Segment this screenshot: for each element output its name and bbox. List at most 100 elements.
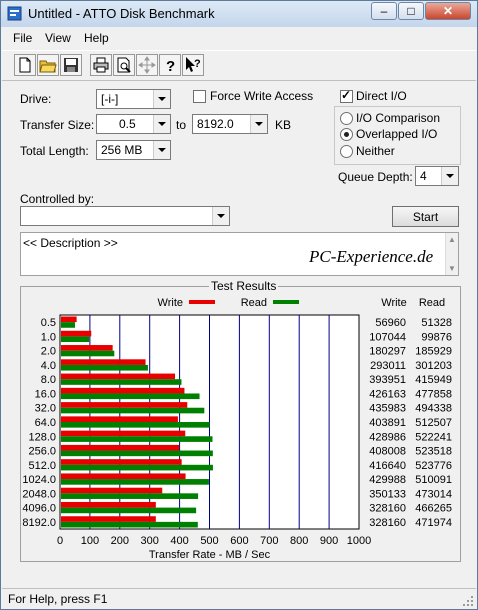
read-value: 301203 bbox=[415, 360, 452, 372]
minimize-icon: – bbox=[380, 4, 388, 18]
x-tick-label: 1000 bbox=[347, 535, 371, 547]
drive-value: [-i-] bbox=[101, 92, 119, 106]
save-icon bbox=[64, 58, 78, 72]
transfer-to-select[interactable]: 8192.0 bbox=[192, 114, 268, 134]
y-tick-label: 256.0 bbox=[28, 446, 56, 458]
minimize-button[interactable]: – bbox=[371, 2, 397, 20]
read-value: 510091 bbox=[415, 474, 452, 486]
neither-label: Neither bbox=[356, 144, 395, 158]
write-value: 435983 bbox=[369, 403, 406, 415]
menu-view[interactable]: View bbox=[45, 31, 71, 45]
read-value: 523518 bbox=[415, 446, 452, 458]
legend-write-swatch bbox=[189, 300, 215, 304]
x-tick-label: 300 bbox=[141, 535, 159, 547]
read-value: 473014 bbox=[415, 488, 452, 500]
y-tick-label: 4096.0 bbox=[22, 503, 56, 515]
total-length-value: 256 MB bbox=[101, 143, 143, 157]
write-bar bbox=[61, 359, 146, 365]
context-help-button[interactable]: ? bbox=[182, 54, 204, 76]
write-value: 393951 bbox=[369, 374, 406, 386]
description-scrollbar[interactable]: ▲ ▼ bbox=[445, 233, 458, 275]
drive-select[interactable]: [-i-] bbox=[96, 89, 171, 109]
description-box[interactable]: << Description >> PC-Experience.de ▲ ▼ bbox=[20, 232, 459, 276]
title-bar[interactable]: Untitled - ATTO Disk Benchmark – □ ✕ bbox=[1, 1, 477, 27]
legend-read-label: Read bbox=[241, 297, 267, 309]
drive-label: Drive: bbox=[20, 92, 52, 106]
new-icon bbox=[19, 57, 31, 73]
direct-io-checkbox[interactable] bbox=[340, 88, 353, 103]
y-tick-label: 16.0 bbox=[35, 388, 56, 400]
transfer-unit-label: KB bbox=[275, 118, 292, 132]
read-bar bbox=[61, 336, 90, 343]
read-bar bbox=[61, 507, 197, 514]
transfer-from-select[interactable]: 0.5 bbox=[96, 114, 171, 134]
menu-file[interactable]: File bbox=[13, 31, 32, 45]
write-value: 408008 bbox=[369, 446, 406, 458]
y-tick-label: 128.0 bbox=[28, 431, 56, 443]
print-preview-icon bbox=[117, 57, 131, 73]
window-title: Untitled - ATTO Disk Benchmark bbox=[28, 6, 215, 21]
overlapped-io-radio[interactable] bbox=[340, 128, 353, 141]
y-tick-label: 0.5 bbox=[41, 317, 56, 329]
read-value: 185929 bbox=[415, 346, 452, 358]
save-button[interactable] bbox=[60, 54, 82, 76]
write-value: 428986 bbox=[369, 431, 406, 443]
write-bar bbox=[61, 373, 176, 380]
transfer-to-label: to bbox=[176, 118, 187, 132]
write-value: 416640 bbox=[369, 460, 406, 472]
write-bar bbox=[61, 444, 180, 451]
test-results-frame: Test Results 0 100 200 300 400 500 600 700 800 90… bbox=[20, 279, 461, 562]
x-tick-label: 200 bbox=[111, 535, 129, 547]
read-bar bbox=[61, 493, 199, 499]
read-value: 477858 bbox=[415, 388, 452, 400]
svg-text:?: ? bbox=[194, 58, 201, 70]
write-value: 328160 bbox=[369, 503, 406, 515]
close-button[interactable]: ✕ bbox=[425, 2, 471, 20]
queue-depth-label: Queue Depth: bbox=[338, 170, 413, 184]
start-label: Start bbox=[412, 210, 439, 224]
scroll-up-icon: ▲ bbox=[448, 235, 456, 244]
resize-grip-icon[interactable] bbox=[462, 595, 474, 607]
maximize-button[interactable]: □ bbox=[398, 2, 424, 20]
force-write-checkbox[interactable] bbox=[193, 90, 206, 103]
legend-write-label: Write bbox=[158, 297, 183, 309]
io-comparison-radio[interactable] bbox=[340, 112, 353, 125]
main-panel: Drive: [-i-] Force Write Access Direct I… bbox=[2, 81, 476, 586]
controlled-by-select[interactable] bbox=[20, 206, 230, 226]
y-tick-label: 1024.0 bbox=[22, 474, 56, 486]
queue-depth-value: 4 bbox=[420, 169, 427, 183]
move-button[interactable] bbox=[136, 54, 158, 76]
transfer-size-label: Transfer Size: bbox=[20, 118, 95, 132]
neither-radio[interactable] bbox=[340, 145, 353, 158]
read-bar bbox=[61, 393, 200, 400]
status-bar: For Help, press F1 bbox=[2, 588, 476, 609]
app-window: Untitled - ATTO Disk Benchmark – □ ✕ Fil… bbox=[0, 0, 478, 610]
chevron-down-icon bbox=[441, 167, 458, 185]
read-bar bbox=[61, 422, 210, 428]
write-bar bbox=[61, 459, 182, 465]
queue-depth-select[interactable]: 4 bbox=[415, 166, 459, 186]
open-icon bbox=[39, 60, 57, 73]
print-preview-button[interactable] bbox=[113, 54, 135, 76]
start-button[interactable]: Start bbox=[392, 206, 459, 227]
y-tick-label: 2048.0 bbox=[22, 488, 56, 500]
total-length-select[interactable]: 256 MB bbox=[96, 140, 171, 160]
chevron-down-icon bbox=[153, 115, 170, 133]
print-button[interactable] bbox=[90, 54, 112, 76]
x-tick-label: 900 bbox=[320, 535, 338, 547]
read-bar bbox=[61, 464, 213, 471]
read-bar bbox=[61, 322, 75, 328]
read-bar bbox=[61, 350, 115, 357]
force-write-label: Force Write Access bbox=[210, 89, 314, 103]
direct-io-label: Direct I/O bbox=[356, 89, 407, 103]
read-bar bbox=[61, 407, 205, 414]
menu-help[interactable]: Help bbox=[84, 31, 109, 45]
open-button[interactable] bbox=[37, 54, 59, 76]
read-bar bbox=[61, 436, 213, 442]
help-button[interactable]: ? bbox=[159, 54, 181, 76]
write-value: 180297 bbox=[369, 346, 406, 358]
new-button[interactable] bbox=[14, 54, 36, 76]
read-bar bbox=[61, 364, 148, 371]
read-value: 522241 bbox=[415, 431, 452, 443]
write-value: 107044 bbox=[369, 331, 406, 343]
